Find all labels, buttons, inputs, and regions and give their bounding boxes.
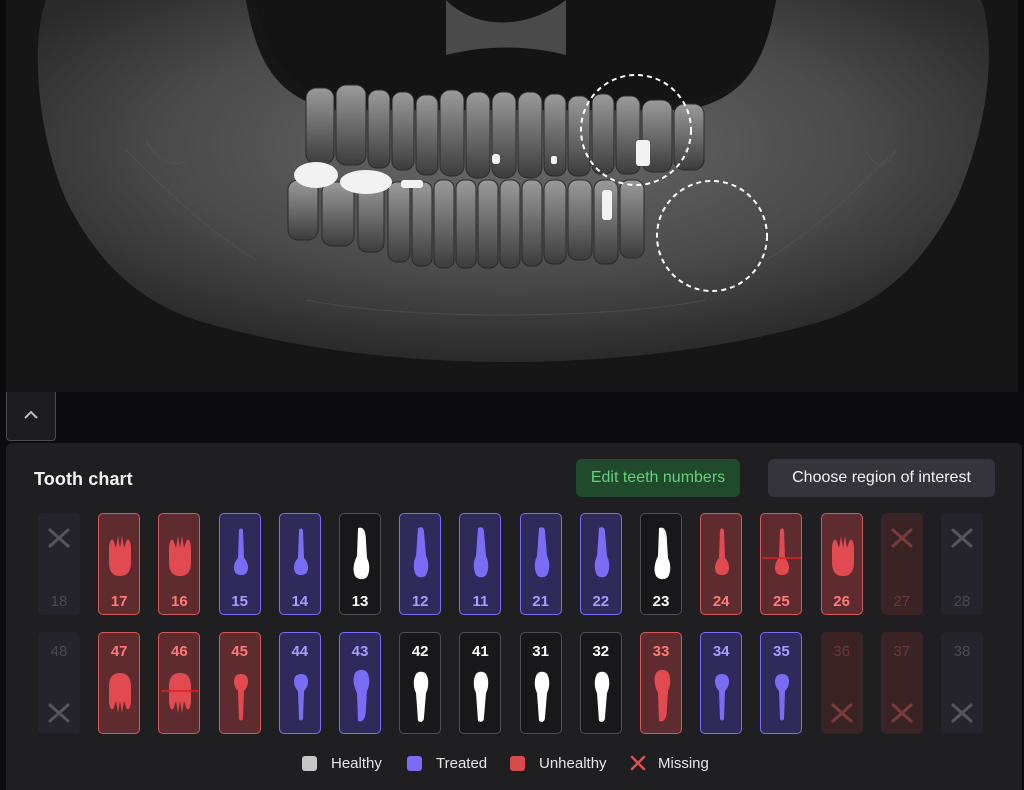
tooth-47[interactable]: 47 bbox=[98, 632, 141, 734]
incisor-icon bbox=[413, 527, 429, 578]
tooth-42[interactable]: 42 bbox=[399, 632, 442, 734]
tooth-44[interactable]: 44 bbox=[278, 632, 321, 734]
premolar-icon bbox=[715, 674, 730, 721]
premolar-icon bbox=[293, 674, 308, 721]
tooth-11[interactable]: 11 bbox=[459, 513, 502, 615]
choose-region-of-interest-button[interactable]: Choose region of interest bbox=[768, 459, 995, 497]
edit-teeth-numbers-button[interactable]: Edit teeth numbers bbox=[576, 459, 740, 497]
canine-icon bbox=[353, 527, 370, 580]
tooth-33[interactable]: 33 bbox=[640, 632, 682, 734]
tooth-23[interactable]: 23 bbox=[640, 513, 682, 615]
legend-label: Missing bbox=[658, 754, 709, 772]
tooth-43[interactable]: 43 bbox=[339, 632, 381, 734]
chart-title: Tooth chart bbox=[34, 469, 133, 489]
missing-x-icon bbox=[48, 528, 70, 548]
collapse-toggle-button[interactable] bbox=[6, 392, 56, 441]
missing-x-icon bbox=[891, 703, 913, 723]
tooth-35[interactable]: 35 bbox=[760, 632, 803, 734]
legend-label: Treated bbox=[436, 754, 488, 772]
chevron-up-icon bbox=[23, 407, 39, 425]
molar-icon bbox=[109, 673, 132, 713]
incisor-icon bbox=[534, 671, 549, 722]
legend: Healthy Treated Unhealthy Missing bbox=[6, 751, 1022, 775]
tooth-48[interactable]: 48 bbox=[38, 632, 80, 734]
missing-x-icon bbox=[951, 528, 973, 548]
legend-item-missing: Missing bbox=[630, 751, 709, 775]
molar-icon bbox=[161, 673, 200, 713]
legend-square-icon bbox=[407, 755, 422, 771]
incisor-icon bbox=[594, 527, 610, 578]
premolar-icon bbox=[293, 528, 308, 575]
canine-icon bbox=[654, 527, 671, 580]
tooth-38[interactable]: 38 bbox=[941, 632, 983, 734]
tooth-16[interactable]: 16 bbox=[158, 513, 201, 615]
tooth-24[interactable]: 24 bbox=[700, 513, 743, 615]
legend-item-healthy: Healthy bbox=[302, 751, 382, 775]
premolar-icon bbox=[715, 528, 730, 575]
tooth-26[interactable]: 26 bbox=[820, 513, 863, 615]
tooth-13[interactable]: 13 bbox=[339, 513, 381, 615]
canine-icon bbox=[654, 669, 671, 722]
tooth-25[interactable]: 25 bbox=[760, 513, 803, 615]
legend-label: Healthy bbox=[331, 754, 382, 772]
tooth-21[interactable]: 21 bbox=[519, 513, 562, 615]
legend-item-treated: Treated bbox=[407, 751, 487, 775]
missing-x-icon bbox=[630, 755, 646, 771]
tooth-chart-panel: Tooth chart Edit teeth numbers Choose re… bbox=[6, 443, 1022, 790]
tooth-12[interactable]: 12 bbox=[399, 513, 442, 615]
incisor-icon bbox=[594, 671, 610, 722]
missing-x-icon bbox=[891, 528, 913, 548]
legend-square-icon bbox=[510, 755, 525, 771]
premolar-icon bbox=[233, 528, 248, 575]
tooth-37[interactable]: 37 bbox=[880, 632, 923, 734]
tooth-36[interactable]: 36 bbox=[820, 632, 863, 734]
tooth-27[interactable]: 27 bbox=[880, 513, 923, 615]
incisor-icon bbox=[474, 527, 489, 578]
missing-x-icon bbox=[48, 703, 70, 723]
molar-icon bbox=[831, 536, 854, 576]
canine-icon bbox=[353, 669, 370, 722]
premolar-icon bbox=[775, 674, 790, 721]
premolar-icon bbox=[763, 528, 802, 575]
tooth-31[interactable]: 31 bbox=[519, 632, 562, 734]
tooth-45[interactable]: 45 bbox=[218, 632, 261, 734]
tooth-41[interactable]: 41 bbox=[459, 632, 502, 734]
missing-x-icon bbox=[951, 703, 973, 723]
incisor-icon bbox=[413, 671, 429, 722]
legend-item-unhealthy: Unhealthy bbox=[510, 751, 607, 775]
premolar-icon bbox=[233, 674, 248, 721]
panoramic-xray-image bbox=[6, 0, 1018, 392]
missing-x-icon bbox=[831, 703, 853, 723]
legend-label: Unhealthy bbox=[539, 754, 607, 772]
legend-square-icon bbox=[302, 755, 317, 771]
tooth-46[interactable]: 46 bbox=[158, 632, 201, 734]
molar-icon bbox=[109, 536, 132, 576]
tooth-22[interactable]: 22 bbox=[579, 513, 622, 615]
tooth-28[interactable]: 28 bbox=[941, 513, 983, 615]
incisor-icon bbox=[474, 671, 489, 722]
tooth-18[interactable]: 18 bbox=[38, 513, 80, 615]
tooth-17[interactable]: 17 bbox=[98, 513, 141, 615]
tooth-34[interactable]: 34 bbox=[700, 632, 743, 734]
molar-icon bbox=[169, 536, 192, 576]
tooth-15[interactable]: 15 bbox=[218, 513, 261, 615]
tooth-14[interactable]: 14 bbox=[278, 513, 321, 615]
incisor-icon bbox=[534, 527, 549, 578]
tooth-32[interactable]: 32 bbox=[579, 632, 622, 734]
